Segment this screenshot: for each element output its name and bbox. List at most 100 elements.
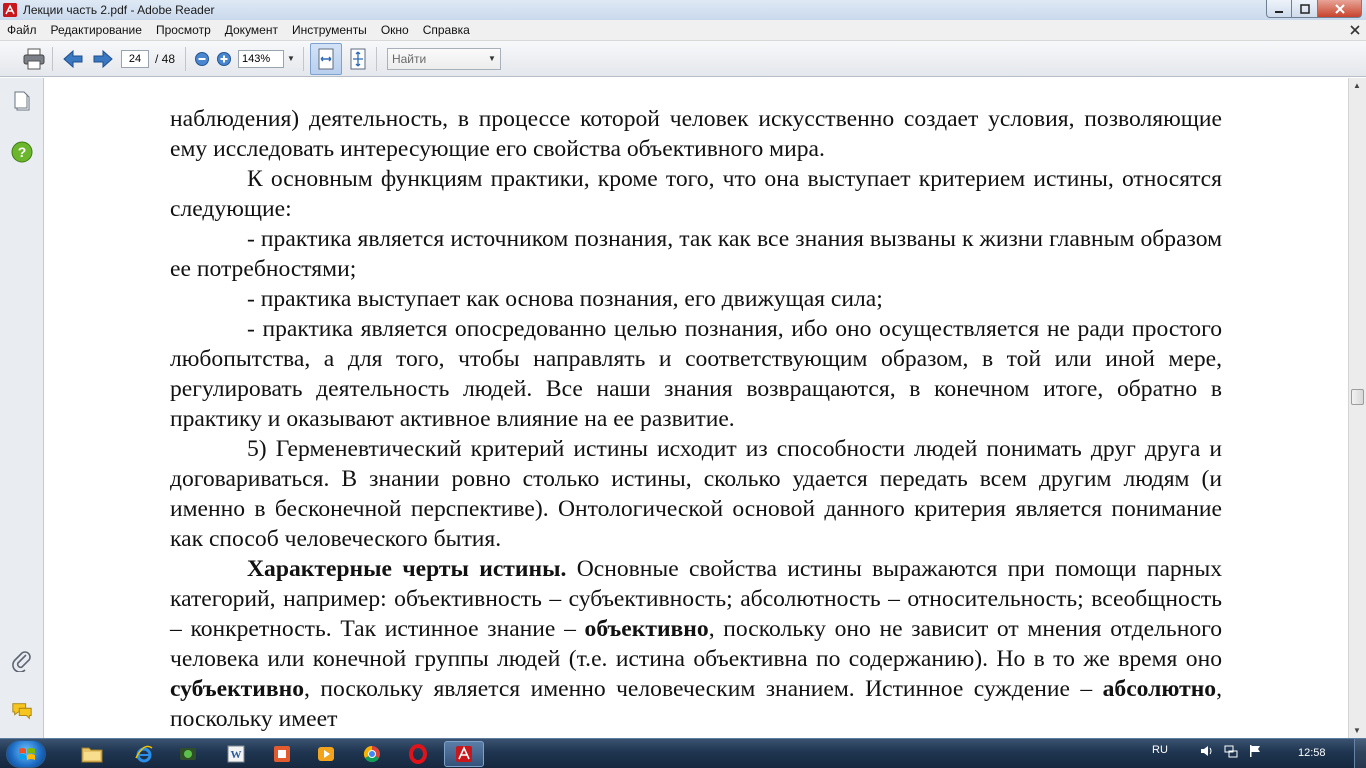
media-center-icon	[180, 748, 196, 760]
scroll-down-icon[interactable]: ▼	[1353, 726, 1361, 735]
menu-window[interactable]: Окно	[374, 20, 416, 41]
print-button[interactable]	[20, 45, 48, 73]
close-button[interactable]	[1318, 0, 1362, 18]
system-tray	[1200, 744, 1262, 758]
text-run: , поскольку является именно человеческим…	[304, 676, 1103, 702]
page-total: / 48	[155, 51, 176, 66]
adobe-reader-icon	[456, 746, 472, 762]
menu-tools[interactable]: Инструменты	[285, 20, 374, 41]
word-icon: W	[227, 745, 245, 763]
document-view[interactable]: наблюдения) деятельность, в процессе кот…	[45, 78, 1348, 738]
paragraph: - практика является опосредованно целью …	[170, 316, 1222, 432]
taskbar-media-player[interactable]	[306, 741, 346, 767]
document-close-button[interactable]	[1350, 22, 1360, 38]
vertical-scrollbar[interactable]: ▲ ▼	[1348, 78, 1366, 738]
menu-bar: Файл Редактирование Просмотр Документ Ин…	[0, 20, 1366, 41]
chevron-down-icon[interactable]: ▼	[287, 54, 295, 63]
menu-view[interactable]: Просмотр	[149, 20, 218, 41]
taskbar-presentation[interactable]	[262, 741, 302, 767]
taskbar-media-center[interactable]	[168, 741, 208, 767]
pages-panel-button[interactable]	[11, 90, 33, 112]
previous-page-icon	[63, 49, 83, 68]
taskbar-file-explorer[interactable]	[72, 741, 112, 767]
minimize-button[interactable]	[1266, 0, 1292, 18]
bold-term: субъективно	[170, 676, 304, 702]
pages-icon	[14, 91, 30, 111]
flag-icon[interactable]	[1248, 744, 1262, 758]
page-number-input[interactable]: 24	[121, 49, 149, 68]
comments-panel-button[interactable]	[11, 700, 33, 722]
network-icon[interactable]	[1224, 744, 1238, 758]
toolbar-separator	[302, 46, 304, 71]
next-page-icon	[93, 49, 113, 68]
chevron-down-icon[interactable]: ▼	[488, 49, 496, 69]
window-title: Лекции часть 2.pdf - Adobe Reader	[23, 3, 215, 17]
zoom-level-value: 143%	[242, 52, 271, 65]
toolbar: 24 / 48 143% ▼ Найти ▼	[0, 41, 1366, 77]
fit-width-icon	[318, 48, 334, 69]
svg-text:?: ?	[18, 144, 27, 160]
page-content: наблюдения) деятельность, в процессе кот…	[170, 104, 1222, 734]
zoom-out-button[interactable]	[192, 45, 212, 73]
show-desktop-button[interactable]	[1354, 739, 1366, 768]
zoom-in-button[interactable]	[214, 45, 234, 73]
opera-icon	[409, 744, 427, 764]
taskbar-adobe-reader[interactable]	[444, 741, 484, 767]
volume-icon[interactable]	[1200, 744, 1214, 758]
menu-document[interactable]: Документ	[218, 20, 285, 41]
taskbar-chrome[interactable]	[352, 741, 392, 767]
fit-page-button[interactable]	[344, 45, 372, 73]
language-indicator[interactable]: RU	[1152, 744, 1168, 756]
bold-term: абсолютно	[1102, 676, 1217, 702]
svg-text:W: W	[231, 749, 242, 761]
toolbar-separator	[52, 46, 53, 71]
taskbar-word[interactable]: W	[216, 741, 256, 767]
minimize-icon	[1275, 10, 1283, 13]
menu-file[interactable]: Файл	[0, 20, 44, 41]
taskbar-internet-explorer[interactable]	[124, 741, 164, 767]
find-placeholder: Найти	[391, 51, 427, 66]
paragraph: - практика выступает как основа познания…	[247, 286, 883, 312]
help-panel-button[interactable]: ?	[11, 141, 33, 163]
toolbar-separator	[375, 46, 377, 71]
zoom-level-select[interactable]: 143%	[238, 49, 285, 68]
previous-page-button[interactable]	[59, 45, 87, 73]
media-player-icon	[318, 747, 334, 761]
find-input[interactable]: Найти ▼	[386, 47, 501, 70]
adobe-reader-icon	[3, 3, 17, 17]
zoom-in-icon	[217, 51, 232, 66]
bold-heading: Характерные черты истины.	[247, 556, 567, 582]
paragraph: наблюдения) деятельность, в процессе кот…	[170, 106, 1222, 162]
internet-explorer-icon	[135, 745, 153, 763]
scroll-up-icon[interactable]: ▲	[1353, 81, 1361, 90]
bold-term: объективно	[584, 616, 709, 642]
toolbar-separator	[185, 46, 187, 71]
menu-edit[interactable]: Редактирование	[44, 20, 149, 41]
menu-help[interactable]: Справка	[416, 20, 477, 41]
fit-width-button[interactable]	[309, 42, 342, 75]
print-icon	[23, 48, 45, 69]
attachments-icon	[12, 651, 31, 672]
clock[interactable]: 12:58	[1298, 747, 1326, 759]
presentation-icon	[274, 746, 290, 762]
next-page-button[interactable]	[89, 45, 117, 73]
start-button[interactable]	[6, 740, 46, 768]
windows-start-icon	[19, 748, 35, 760]
navigation-pane: ?	[0, 78, 44, 738]
file-explorer-icon	[81, 747, 103, 763]
maximize-button[interactable]	[1292, 0, 1318, 18]
zoom-out-icon	[195, 51, 210, 66]
comments-icon	[12, 703, 32, 720]
scrollbar-thumb[interactable]	[1351, 389, 1364, 405]
chrome-icon	[363, 745, 380, 763]
maximize-icon	[1299, 3, 1310, 14]
help-icon: ?	[11, 141, 33, 163]
title-bar: Лекции часть 2.pdf - Adobe Reader	[0, 0, 1366, 20]
taskbar: W RU 12:58	[0, 738, 1366, 768]
taskbar-opera[interactable]	[398, 741, 438, 767]
paragraph: 5) Герменевтический критерий истины исхо…	[170, 436, 1222, 552]
paragraph: К основным функциям практики, кроме того…	[170, 166, 1222, 222]
paragraph: Характерные черты истины. Основные свойс…	[170, 554, 1222, 734]
attachments-panel-button[interactable]	[11, 650, 33, 672]
close-icon	[1350, 25, 1360, 35]
